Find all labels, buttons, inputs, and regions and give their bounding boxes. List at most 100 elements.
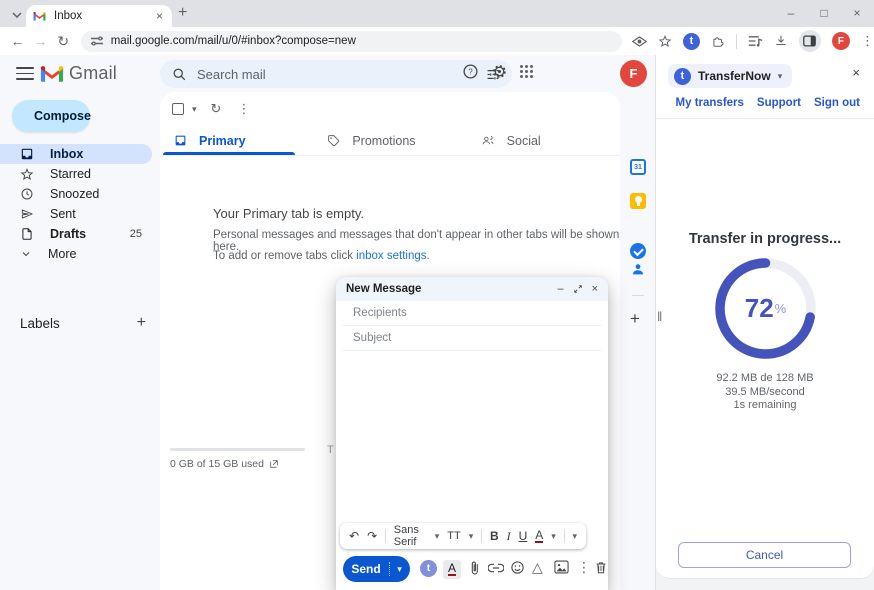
font-caret-icon[interactable]: ▾ <box>435 531 440 542</box>
undo-icon[interactable]: ↶ <box>349 529 359 543</box>
contacts-icon[interactable] <box>630 261 646 277</box>
insert-link-icon[interactable] <box>488 563 504 573</box>
browser-toolbar: ← → ↻ mail.google.com/mail/u/0/#inbox?co… <box>0 27 874 55</box>
sidebar-item-drafts[interactable]: Drafts 25 <box>0 224 152 244</box>
labels-header: Labels <box>20 316 60 331</box>
tab-search-button[interactable] <box>8 7 26 23</box>
window-maximize-button[interactable]: □ <box>817 6 831 20</box>
transfernow-extension-icon[interactable]: t <box>683 33 700 50</box>
add-label-button[interactable]: + <box>137 314 146 332</box>
inbox-settings-link[interactable]: inbox settings <box>356 250 426 262</box>
transfernow-header[interactable]: t TransferNow ▾ <box>668 64 792 88</box>
insert-photo-icon[interactable] <box>554 560 569 574</box>
insert-drive-icon[interactable]: △ <box>532 559 543 576</box>
extensions-icon[interactable] <box>711 34 725 48</box>
redo-icon[interactable]: ↷ <box>367 529 377 543</box>
italic-button[interactable]: I <box>507 529 511 544</box>
window-close-button[interactable]: × <box>850 6 864 20</box>
search-input[interactable] <box>197 67 486 82</box>
transfernow-caret-icon[interactable]: ▾ <box>778 71 783 82</box>
browser-action-icons: t <box>632 30 874 52</box>
side-panel-button[interactable] <box>799 30 821 52</box>
select-caret-icon[interactable]: ▾ <box>192 104 197 115</box>
bookmark-star-icon[interactable] <box>658 34 672 48</box>
window-minimize-button[interactable]: – <box>784 6 798 20</box>
support-link[interactable]: Support <box>757 97 801 118</box>
inbox-tabs: Primary Promotions Socia <box>160 126 620 156</box>
screen: Inbox × + – □ × ← → ↻ mail.google.com/ma… <box>0 0 874 590</box>
text-color-button[interactable]: A <box>535 530 543 543</box>
formatting-options-button[interactable]: A <box>443 560 461 579</box>
compose-popout-icon[interactable] <box>573 284 583 294</box>
subject-input[interactable] <box>353 332 591 344</box>
panel-close-icon[interactable]: × <box>852 65 860 80</box>
site-info-icon[interactable] <box>91 36 103 46</box>
tab-primary[interactable]: Primary <box>160 126 313 155</box>
google-apps-icon[interactable] <box>520 65 533 78</box>
keep-icon[interactable] <box>630 193 646 209</box>
address-bar[interactable]: mail.google.com/mail/u/0/#inbox?compose=… <box>81 31 622 52</box>
browser-profile-avatar[interactable]: F <box>832 32 850 50</box>
toolbar-divider <box>481 529 482 543</box>
recipients-input[interactable] <box>353 307 591 319</box>
select-all-checkbox[interactable] <box>172 103 184 115</box>
compose-more-options-icon[interactable]: ⋮ <box>577 559 591 576</box>
settings-gear-icon[interactable] <box>491 63 508 80</box>
my-transfers-link[interactable]: My transfers <box>676 97 744 118</box>
sidebar-item-starred[interactable]: Starred <box>0 164 152 184</box>
compose-button[interactable]: Compose <box>12 100 90 132</box>
attach-file-icon[interactable] <box>467 560 482 576</box>
color-caret-icon[interactable]: ▾ <box>551 531 556 542</box>
help-icon[interactable]: ? <box>462 63 479 80</box>
sign-out-link[interactable]: Sign out <box>814 97 860 118</box>
tab-promotions[interactable]: Promotions <box>313 126 466 155</box>
underline-button[interactable]: U <box>519 529 528 543</box>
transfer-speed-text: 39.5 MB/second <box>656 386 874 400</box>
calendar-icon[interactable]: 31 <box>630 159 646 175</box>
send-button[interactable]: Send ▾ <box>343 556 410 582</box>
cancel-button[interactable]: Cancel <box>678 542 851 568</box>
tab-social[interactable]: Social <box>467 126 620 155</box>
refresh-icon[interactable]: ↻ <box>211 101 222 117</box>
organize-tabs-icon[interactable] <box>748 35 763 47</box>
compose-close-icon[interactable]: × <box>592 283 598 295</box>
size-caret-icon[interactable]: ▾ <box>469 531 474 542</box>
browser-menu-icon[interactable]: ⋮ <box>861 33 874 49</box>
browser-tab-inbox[interactable]: Inbox × <box>26 5 172 27</box>
compose-header[interactable]: New Message – × <box>336 277 608 301</box>
downloads-icon[interactable] <box>774 34 788 48</box>
font-size-button[interactable]: TT <box>447 530 460 542</box>
list-more-icon[interactable]: ⋮ <box>237 101 250 117</box>
tab-close-icon[interactable]: × <box>154 9 165 23</box>
search-bar[interactable] <box>160 60 512 88</box>
sidebar-item-inbox[interactable]: Inbox <box>0 144 152 164</box>
external-link-icon[interactable] <box>269 459 279 469</box>
discard-trash-icon[interactable] <box>594 560 608 575</box>
send-options-caret-icon[interactable]: ▾ <box>389 562 409 576</box>
sidebar-item-sent[interactable]: Sent <box>0 204 152 224</box>
preview-eye-icon[interactable] <box>632 36 647 47</box>
get-addons-button[interactable]: + <box>630 309 640 329</box>
panel-resize-handle[interactable]: ‖ <box>657 309 661 324</box>
compose-minimize-icon[interactable]: – <box>557 283 563 295</box>
font-family-select[interactable]: Sans Serif <box>394 524 427 548</box>
reload-button[interactable]: ↻ <box>52 33 75 50</box>
insert-emoji-icon[interactable] <box>510 560 525 575</box>
promotions-tag-icon <box>327 134 340 147</box>
gmail-wordmark: Gmail <box>69 63 117 84</box>
recipients-row[interactable] <box>343 301 601 326</box>
transfer-stats: 92.2 MB de 128 MB 39.5 MB/second 1s rema… <box>656 372 874 413</box>
main-menu-icon[interactable] <box>16 67 34 80</box>
back-button[interactable]: ← <box>6 33 29 49</box>
tasks-icon[interactable] <box>630 243 646 259</box>
bold-button[interactable]: B <box>490 529 499 543</box>
sidebar-item-more[interactable]: More <box>0 244 152 264</box>
send-icon <box>20 207 34 221</box>
subject-row[interactable] <box>343 326 601 351</box>
message-body[interactable] <box>344 355 600 515</box>
transfernow-attach-icon[interactable]: t <box>420 560 437 577</box>
new-tab-button[interactable]: + <box>178 4 187 22</box>
gmail-profile-avatar[interactable]: F <box>620 60 647 87</box>
sidebar-item-snoozed[interactable]: Snoozed <box>0 184 152 204</box>
more-formatting-icon[interactable]: ▾ <box>572 531 577 542</box>
